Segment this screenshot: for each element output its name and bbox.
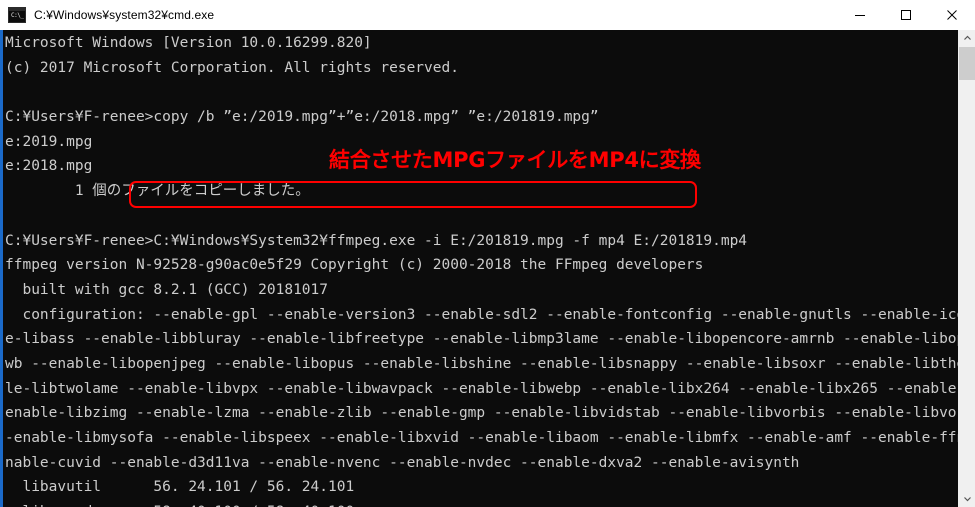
console-line: -enable-libmysofa --enable-libspeex --en… [5, 430, 958, 446]
title-bar[interactable]: C:\_ C:¥Windows¥system32¥cmd.exe [0, 0, 975, 30]
console-line: le-libtwolame --enable-libvpx --enable-l… [5, 380, 958, 397]
console-text: Microsoft Windows [Version 10.0.16299.82… [3, 31, 958, 507]
console-line: enable-libzimg --enable-lzma --enable-zl… [5, 405, 958, 422]
minimize-icon [855, 15, 865, 16]
console-line: Microsoft Windows [Version 10.0.16299.82… [5, 35, 372, 51]
console-line: libavutil 56. 24.101 / 56. 24.101 [5, 479, 355, 496]
scrollbar-thumb[interactable] [959, 47, 975, 80]
close-button[interactable] [929, 0, 975, 30]
console-line: 1 個のファイルをコピーしました。 [5, 183, 310, 200]
console-line: libavcodec 58. 40.100 / 58. 40.100 [5, 500, 958, 507]
console-body: Microsoft Windows [Version 10.0.16299.82… [0, 30, 975, 507]
console-line: wb --enable-libopenjpeg --enable-libopus… [5, 355, 958, 372]
cmd-window: C:\_ C:¥Windows¥system32¥cmd.exe Microso… [0, 0, 975, 507]
console-line: ffmpeg version N-92528-g90ac0e5f29 Copyr… [5, 257, 704, 274]
console-output-area[interactable]: Microsoft Windows [Version 10.0.16299.82… [3, 30, 958, 507]
scroll-up-arrow-icon[interactable] [959, 30, 975, 47]
console-scrollbar[interactable] [958, 30, 975, 507]
scrollbar-track[interactable] [959, 47, 975, 490]
window-controls [837, 0, 975, 30]
console-line: nable-cuvid --enable-d3d11va --enable-nv… [5, 454, 800, 471]
minimize-button[interactable] [837, 0, 883, 30]
console-line: C:¥Users¥F-renee>copy /b ”e:/2019.mpg”+”… [5, 109, 599, 126]
close-icon [947, 10, 957, 20]
console-line: built with gcc 8.2.1 (GCC) 20181017 [5, 281, 329, 298]
maximize-button[interactable] [883, 0, 929, 30]
cmd-console-icon: C:\_ [8, 7, 26, 23]
window-title: C:¥Windows¥system32¥cmd.exe [34, 8, 215, 22]
console-line: C:¥Users¥F-renee>C:¥Windows¥System32¥ffm… [5, 232, 748, 249]
maximize-icon [901, 10, 911, 20]
scroll-down-arrow-icon[interactable] [959, 490, 975, 507]
console-line: (c) 2017 Microsoft Corporation. All righ… [5, 59, 459, 76]
console-line: e-libass --enable-libbluray --enable-lib… [5, 331, 958, 348]
console-line: configuration: --enable-gpl --enable-ver… [5, 306, 958, 323]
cmd-icon-prompt-text: C:\_ [11, 12, 24, 19]
annotation-japanese-note: 結合させたMPGファイルをMP4に変換 [329, 148, 701, 172]
